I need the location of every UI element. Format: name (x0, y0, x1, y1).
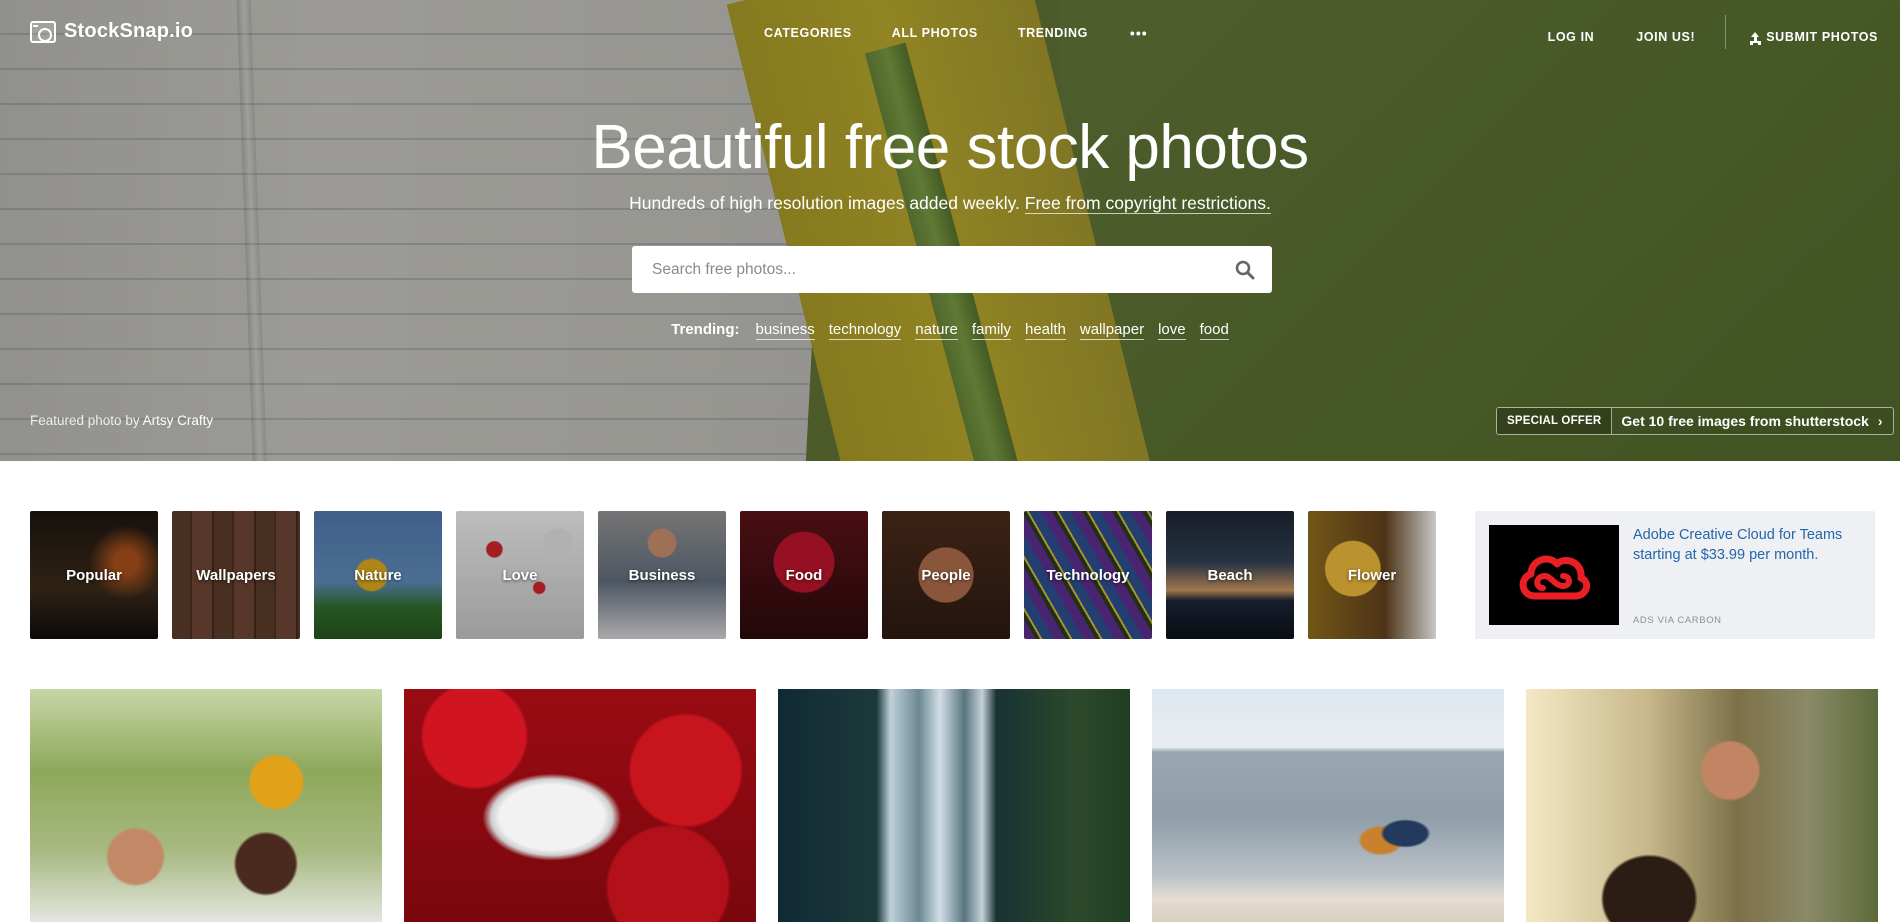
photo-grid (30, 689, 1878, 922)
hero-overlay (0, 0, 1900, 461)
more-icon[interactable]: ••• (1130, 25, 1148, 41)
trending-tag[interactable]: technology (828, 321, 902, 340)
category-label: Business (628, 566, 696, 584)
category-people[interactable]: People (882, 511, 1010, 639)
category-tiles: Popular Wallpapers Nature Love Business … (30, 511, 1436, 639)
special-offer-text: Get 10 free images from shutterstock (1621, 413, 1869, 429)
nav-trending[interactable]: TRENDING (1018, 26, 1088, 40)
upload-icon (1750, 31, 1762, 43)
category-label: Technology (1046, 566, 1130, 584)
copyright-link[interactable]: Free from copyright restrictions. (1024, 193, 1271, 214)
chevron-right-icon: › (1877, 413, 1883, 429)
search-input[interactable] (632, 246, 1218, 293)
hero-banner: StockSnap.io CATEGORIES ALL PHOTOS TREND… (0, 0, 1900, 461)
photo-hearts[interactable] (404, 689, 756, 922)
trending-tag[interactable]: nature (915, 321, 958, 340)
photo-waterfall[interactable] (778, 689, 1130, 922)
nav-center: CATEGORIES ALL PHOTOS TRENDING ••• (764, 25, 1148, 41)
adobe-creative-cloud-logo (1519, 555, 1591, 600)
carbon-ad: Adobe Creative Cloud for Teams starting … (1475, 511, 1875, 639)
search-bar (632, 246, 1272, 293)
special-offer-text-wrap: Get 10 free images from shutterstock › (1612, 408, 1893, 434)
logo-text: StockSnap.io (64, 20, 194, 42)
trending-tags: Trending: business technology nature fam… (0, 321, 1900, 340)
hero-subtitle: Hundreds of high resolution images added… (0, 193, 1900, 214)
special-offer-button[interactable]: SPECIAL OFFER Get 10 free images from sh… (1496, 407, 1894, 435)
category-label: Wallpapers (196, 566, 276, 584)
login-link[interactable]: LOG IN (1548, 30, 1595, 44)
hero-subtitle-text: Hundreds of high resolution images added… (629, 193, 1020, 213)
top-nav: StockSnap.io CATEGORIES ALL PHOTOS TREND… (0, 0, 1900, 66)
trending-label: Trending: (671, 321, 740, 338)
featured-author-link[interactable]: Artsy Crafty (143, 413, 214, 428)
category-label: Love (502, 566, 538, 584)
category-popular[interactable]: Popular (30, 511, 158, 639)
search-button[interactable] (1218, 246, 1272, 293)
ad-via-label[interactable]: ADS VIA CARBON (1633, 615, 1722, 626)
photo-couple-beach[interactable] (1152, 689, 1504, 922)
featured-prefix: Featured photo by (30, 413, 140, 428)
ad-text[interactable]: Adobe Creative Cloud for Teams starting … (1633, 525, 1858, 565)
category-wallpapers[interactable]: Wallpapers (172, 511, 300, 639)
category-label: Nature (354, 566, 402, 584)
category-label: Food (785, 566, 823, 584)
trending-tag[interactable]: family (971, 321, 1011, 340)
ad-image[interactable] (1489, 525, 1619, 625)
category-label: Flower (1347, 566, 1397, 584)
special-offer-badge: SPECIAL OFFER (1497, 408, 1613, 434)
photo-family[interactable] (30, 689, 382, 922)
logo[interactable]: StockSnap.io (30, 20, 193, 43)
camera-icon (30, 20, 56, 43)
nav-divider (1725, 15, 1727, 49)
category-label: Popular (66, 566, 122, 584)
submit-photos-button[interactable]: SUBMIT PHOTOS (1750, 30, 1878, 44)
trending-tag[interactable]: business (755, 321, 815, 340)
nav-categories[interactable]: CATEGORIES (764, 26, 852, 40)
category-business[interactable]: Business (598, 511, 726, 639)
category-technology[interactable]: Technology (1024, 511, 1152, 639)
trending-tag[interactable]: food (1199, 321, 1229, 340)
nav-right: LOG IN JOIN US! SUBMIT PHOTOS (1506, 15, 1878, 49)
category-beach[interactable]: Beach (1166, 511, 1294, 639)
trending-tag[interactable]: wallpaper (1079, 321, 1145, 340)
category-nature[interactable]: Nature (314, 511, 442, 639)
submit-photos-label: SUBMIT PHOTOS (1766, 30, 1878, 44)
hero-title: Beautiful free stock photos (591, 113, 1309, 182)
photo-photographer[interactable] (1526, 689, 1878, 922)
category-food[interactable]: Food (740, 511, 868, 639)
join-link[interactable]: JOIN US! (1636, 30, 1695, 44)
featured-credit: Featured photo by Artsy Crafty (30, 413, 213, 428)
category-love[interactable]: Love (456, 511, 584, 639)
trending-tag[interactable]: love (1158, 321, 1186, 340)
category-label: People (921, 566, 971, 584)
trending-tag[interactable]: health (1024, 321, 1066, 340)
category-flower[interactable]: Flower (1308, 511, 1436, 639)
search-icon (1235, 260, 1255, 279)
nav-all-photos[interactable]: ALL PHOTOS (892, 26, 978, 40)
category-label: Beach (1207, 566, 1253, 584)
